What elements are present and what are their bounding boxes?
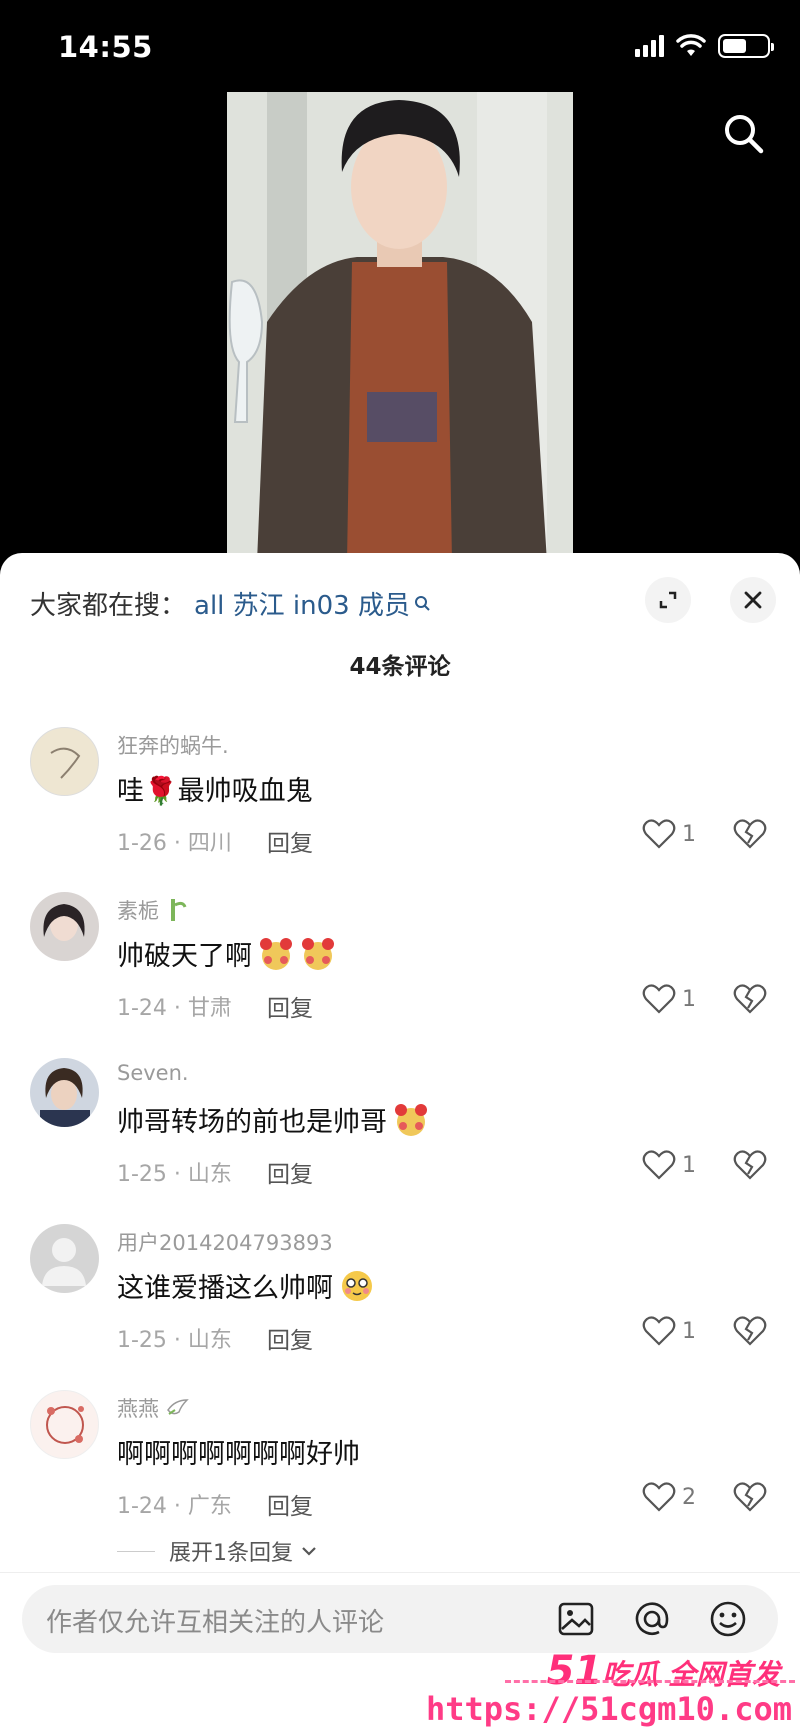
battery-fill xyxy=(723,39,747,53)
hot-search-label: 大家都在搜： xyxy=(30,591,187,621)
hot-search-bar[interactable]: 大家都在搜： all 苏江 in03 成员 xyxy=(30,585,432,622)
comment-input[interactable]: 作者仅允许互相关注的人评论 xyxy=(22,1585,778,1653)
comment-meta: 1-24 · 广东 xyxy=(117,1494,232,1519)
comment-username[interactable]: 用户2014204793893 xyxy=(117,1227,333,1257)
comment-item: Seven. 帅哥转场的前也是帅哥 1-25 · 山东 回复 1 xyxy=(0,1058,800,1218)
comment-meta: 1-26 · 四川 xyxy=(117,831,232,856)
red-cheek-emoji-icon xyxy=(395,1103,427,1136)
heart-icon xyxy=(642,984,676,1014)
comment-username[interactable]: 燕燕 xyxy=(117,1393,191,1423)
watermark-brand: 51吃瓜 全网首发 xyxy=(547,1648,780,1694)
comment-text: 帅哥转场的前也是帅哥 xyxy=(117,1100,429,1139)
bamboo-icon xyxy=(171,899,187,921)
status-time: 14:55 xyxy=(58,30,153,64)
comment-item: 燕燕 啊啊啊啊啊啊啊好帅 1-24 · 广东 回复 2 xyxy=(0,1390,800,1550)
expand-icon xyxy=(659,591,677,609)
comment-item: 狂奔的蜗牛. 哇🌹最帅吸血鬼 1-26 · 四川 回复 1 xyxy=(0,727,800,887)
comment-username[interactable]: Seven. xyxy=(117,1061,189,1085)
watermark-url: https://51cgm10.com xyxy=(425,1690,792,1728)
battery-icon xyxy=(718,34,774,58)
reply-button[interactable]: 回复 xyxy=(267,1487,313,1521)
red-cheek-emoji-icon xyxy=(260,937,292,970)
watermark-divider xyxy=(505,1680,795,1683)
avatar[interactable] xyxy=(30,1390,99,1459)
comment-text: 哇🌹最帅吸血鬼 xyxy=(117,776,313,807)
comment-username[interactable]: 狂奔的蜗牛. xyxy=(117,730,229,760)
dove-icon xyxy=(167,1399,189,1415)
expand-replies-label: 展开1条回复 xyxy=(169,1541,293,1566)
comment-text: 啊啊啊啊啊啊啊好帅 xyxy=(117,1439,360,1470)
heart-icon xyxy=(642,819,676,849)
like-button[interactable]: 1 xyxy=(642,1150,696,1180)
search-small-icon xyxy=(414,595,430,611)
reply-button[interactable]: 回复 xyxy=(267,1321,313,1355)
chevron-down-icon xyxy=(302,1547,316,1556)
heart-icon xyxy=(642,1316,676,1346)
expand-replies-button[interactable]: 展开1条回复 xyxy=(117,1535,319,1567)
watermark-brand-num: 51 xyxy=(546,1648,603,1694)
hot-search-query[interactable]: all 苏江 in03 成员 xyxy=(194,585,410,622)
avatar[interactable] xyxy=(30,892,99,961)
like-button[interactable]: 1 xyxy=(642,819,696,849)
mention-icon[interactable] xyxy=(632,1599,672,1639)
close-icon xyxy=(744,591,762,609)
like-count: 1 xyxy=(682,986,696,1012)
like-button[interactable]: 2 xyxy=(642,1482,696,1512)
avatar[interactable] xyxy=(30,727,99,796)
expand-line xyxy=(117,1550,155,1552)
reply-button[interactable]: 回复 xyxy=(267,824,313,858)
status-bar: 14:55 xyxy=(0,0,800,90)
like-count: 1 xyxy=(682,821,696,847)
watermark-brand-text: 吃瓜 全网首发 xyxy=(602,1658,780,1691)
signal-icon xyxy=(635,35,664,57)
broken-heart-icon[interactable] xyxy=(733,984,767,1014)
comment-count: 44条评论 xyxy=(349,654,451,680)
video-frame xyxy=(227,92,573,562)
red-cheek-emoji-icon xyxy=(302,937,334,970)
comment-meta: 1-25 · 山东 xyxy=(117,1162,232,1187)
heart-icon xyxy=(642,1150,676,1180)
comment-item: 用户2014204793893 这谁爱播这么帅啊 1-25 · 山东 回复 1 xyxy=(0,1224,800,1384)
comment-item: 素栀 帅破天了啊 1-24 · 甘肃 回复 1 xyxy=(0,892,800,1052)
like-count: 1 xyxy=(682,1318,696,1344)
shy-emoji-icon xyxy=(342,1270,372,1301)
comment-text: 帅破天了啊 xyxy=(117,934,336,973)
image-icon[interactable] xyxy=(556,1599,596,1639)
divider xyxy=(0,1572,800,1573)
broken-heart-icon[interactable] xyxy=(733,1150,767,1180)
broken-heart-icon[interactable] xyxy=(733,1482,767,1512)
expand-button[interactable] xyxy=(645,577,691,623)
emoji-icon[interactable] xyxy=(708,1599,748,1639)
like-button[interactable]: 1 xyxy=(642,984,696,1014)
comment-username[interactable]: 素栀 xyxy=(117,895,187,925)
reply-button[interactable]: 回复 xyxy=(267,989,313,1023)
heart-icon xyxy=(642,1482,676,1512)
broken-heart-icon[interactable] xyxy=(733,819,767,849)
wifi-icon xyxy=(676,34,706,56)
close-button[interactable] xyxy=(730,577,776,623)
like-button[interactable]: 1 xyxy=(642,1316,696,1346)
comment-input-placeholder: 作者仅允许互相关注的人评论 xyxy=(46,1608,385,1638)
video-preview[interactable] xyxy=(227,92,573,562)
reply-button[interactable]: 回复 xyxy=(267,1155,313,1189)
avatar[interactable] xyxy=(30,1224,99,1293)
search-icon[interactable] xyxy=(720,110,766,156)
comment-meta: 1-24 · 甘肃 xyxy=(117,996,232,1021)
like-count: 2 xyxy=(682,1484,696,1510)
like-count: 1 xyxy=(682,1152,696,1178)
status-icons xyxy=(635,34,774,58)
comment-meta: 1-25 · 山东 xyxy=(117,1328,232,1353)
broken-heart-icon[interactable] xyxy=(733,1316,767,1346)
comment-text: 这谁爱播这么帅啊 xyxy=(117,1266,375,1305)
avatar[interactable] xyxy=(30,1058,99,1127)
